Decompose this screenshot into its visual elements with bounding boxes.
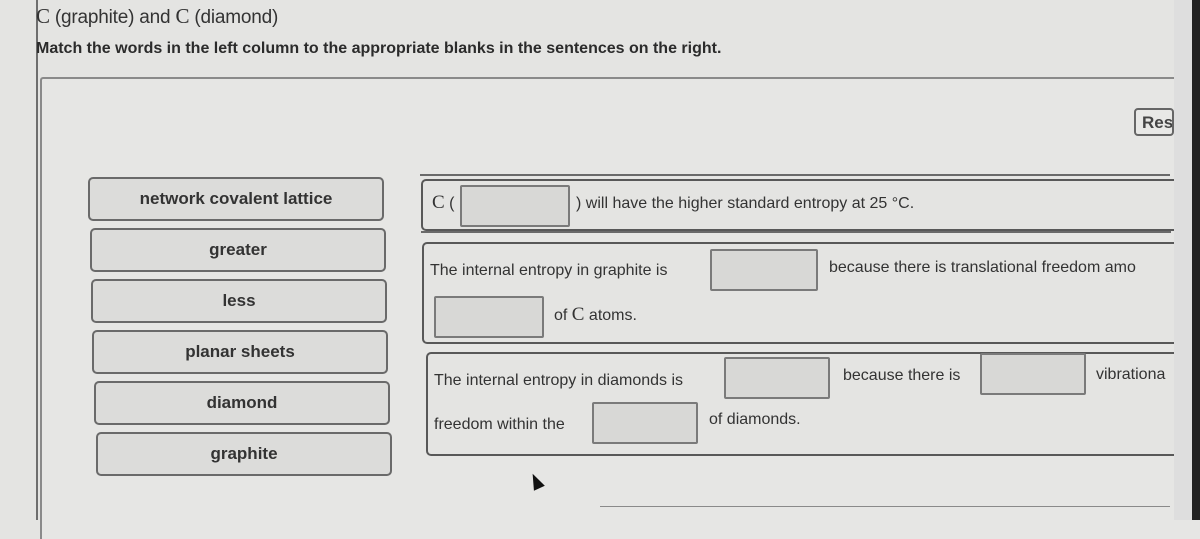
text: of bbox=[554, 307, 572, 324]
word-label: diamond bbox=[206, 393, 278, 412]
title-text: (diamond) bbox=[189, 7, 279, 28]
blank-s3-1[interactable] bbox=[724, 357, 830, 399]
sentence-2-text-end: of C atoms. bbox=[554, 304, 637, 326]
blank-s3-2[interactable] bbox=[980, 353, 1086, 395]
word-less[interactable]: less bbox=[91, 279, 387, 323]
divider-line bbox=[600, 506, 1170, 507]
title-text: (graphite) and bbox=[49, 7, 176, 28]
sentence-3-text-before: The internal entropy in diamonds is bbox=[434, 372, 684, 389]
blank-s2-1[interactable] bbox=[710, 249, 818, 291]
sentence-2-text-before: The internal entropy in graphite is bbox=[430, 262, 668, 279]
sentence-3-text-cut: vibrationa bbox=[1096, 366, 1166, 383]
sentence-3-text-mid: because there is bbox=[843, 367, 961, 384]
word-label: planar sheets bbox=[185, 342, 295, 361]
carbon-symbol: C bbox=[571, 304, 585, 325]
carbon-symbol: C bbox=[36, 4, 50, 28]
reset-button[interactable]: Reset bbox=[1134, 108, 1174, 136]
carbon-symbol: C bbox=[432, 192, 445, 213]
word-label: less bbox=[222, 291, 256, 310]
word-label: greater bbox=[209, 240, 267, 259]
divider-line bbox=[421, 231, 1171, 233]
word-diamond[interactable]: diamond bbox=[94, 381, 390, 425]
screen-edge bbox=[1174, 0, 1192, 520]
sentence-1-text: ) will have the higher standard entropy … bbox=[576, 195, 915, 212]
carbon-symbol: C bbox=[175, 4, 190, 28]
instructions: Match the words in the left column to th… bbox=[36, 40, 722, 57]
word-label: graphite bbox=[210, 444, 278, 463]
sentence-2-text-mid: because there is translational freedom a… bbox=[829, 259, 1136, 276]
word-greater[interactable]: greater bbox=[90, 228, 386, 272]
word-label: network covalent lattice bbox=[139, 189, 333, 208]
blank-s1-1[interactable] bbox=[460, 185, 570, 227]
question-title: C (graphite) and C (diamond) bbox=[36, 4, 278, 29]
paren: ( bbox=[444, 195, 455, 212]
sentence-1-prefix: C ( bbox=[432, 192, 454, 214]
word-network-covalent-lattice[interactable]: network covalent lattice bbox=[88, 177, 384, 221]
frame-border bbox=[36, 0, 38, 520]
word-planar-sheets[interactable]: planar sheets bbox=[92, 330, 388, 374]
blank-s2-2[interactable] bbox=[434, 296, 544, 338]
text: atoms. bbox=[584, 307, 637, 324]
sentence-3-line2-after: of diamonds. bbox=[709, 411, 801, 428]
word-graphite[interactable]: graphite bbox=[96, 432, 392, 476]
divider-line bbox=[420, 174, 1170, 176]
screen-bezel bbox=[1192, 0, 1200, 520]
blank-s3-3[interactable] bbox=[592, 402, 698, 444]
sentence-3-line2-before: freedom within the bbox=[434, 416, 565, 433]
